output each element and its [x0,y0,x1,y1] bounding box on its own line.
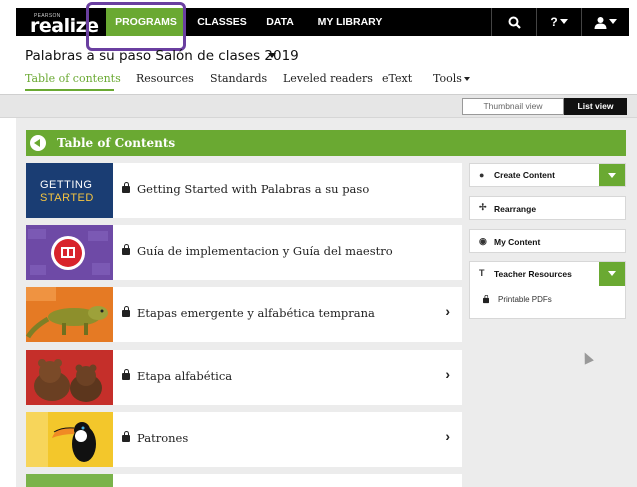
toc-item-label: Getting Started with Palabras a su paso [137,182,370,196]
help-label: ? [550,15,558,29]
tab-tools-label: Tools [433,72,462,85]
tab-resources[interactable]: Resources [136,72,194,85]
bears-image [26,350,113,405]
create-content-icon: ● [479,170,485,180]
search-icon [508,16,521,29]
search-button[interactable] [491,8,536,36]
toc-header: Table of Contents [26,130,626,156]
nav-my-library[interactable]: MY LIBRARY [312,8,388,36]
lock-icon [122,244,130,255]
lock-icon [122,306,130,317]
chevron-right-icon[interactable]: › [445,366,450,382]
my-content-label: My Content [494,237,541,247]
toc-item-getting-started[interactable]: GETTING STARTED Getting Started with Pal… [26,163,462,218]
teacher-resources-label: Teacher Resources [494,269,572,279]
guide-thumbnail [26,225,113,280]
iguana-image [26,287,113,342]
chevron-down-icon[interactable] [599,262,625,286]
my-content-button[interactable]: ◉ My Content [469,229,626,253]
toc-item-label: Guía de implementacion y Guía del maestr… [137,244,393,258]
toucan-thumbnail [26,412,113,467]
toc-item-etapa-alfabetica[interactable]: Etapa alfabética › [26,350,462,405]
tab-leveled-readers[interactable]: Leveled readers [283,72,373,85]
nav-classes[interactable]: CLASSES [191,8,253,36]
program-title[interactable]: Palabras a su paso Salón de clases 2019 [25,48,299,64]
create-content-label: Create Content [494,170,555,180]
lock-icon [122,369,130,380]
printable-pdfs-label: Printable PDFs [498,295,552,304]
thumbnail-view-button[interactable]: Thumbnail view [462,98,564,115]
tab-standards[interactable]: Standards [210,72,267,85]
toc-item-label: Etapa alfabética [137,369,233,383]
teacher-resources-panel: T Teacher Resources Printable PDFs [469,261,626,319]
caret-down-icon [463,77,470,81]
iguana-thumbnail [26,287,113,342]
toc-item-patrones[interactable]: Patrones › [26,412,462,467]
user-icon [594,16,607,29]
lock-icon [122,431,130,442]
help-button[interactable]: ? [536,8,581,36]
toucan-image [26,412,113,467]
chevron-right-icon[interactable]: › [445,303,450,319]
active-tab-underline [25,89,114,91]
tab-etext[interactable]: eText [382,72,412,85]
toc-item-label: Patrones [137,431,189,445]
thumb-text-line1: GETTING [40,179,93,191]
tab-table-of-contents[interactable]: Table of contents [25,72,121,85]
text-icon: T [479,268,485,278]
back-arrow-icon[interactable] [30,135,46,151]
tab-tools[interactable]: Tools [433,72,470,85]
rearrange-button[interactable]: ✢ Rearrange [469,196,626,220]
programs-highlight-annotation [86,2,186,51]
teacher-resources-header[interactable]: T Teacher Resources [470,262,625,286]
toc-item-partial[interactable] [26,474,462,487]
toc-item-guia[interactable]: Guía de implementacion y Guía del maestr… [26,225,462,280]
toc-item-label: Etapas emergente y alfabética temprana [137,306,375,320]
partial-thumbnail [26,474,113,487]
user-menu-button[interactable] [581,8,629,36]
chevron-right-icon[interactable]: › [445,428,450,444]
lock-icon [122,182,130,193]
thumb-text-line2: STARTED [40,192,94,204]
list-view-button[interactable]: List view [564,98,627,115]
my-content-icon: ◉ [479,236,487,246]
lock-icon [483,294,489,304]
nav-data[interactable]: DATA [258,8,302,36]
move-icon: ✢ [479,202,487,212]
book-icon [61,247,75,258]
toc-item-etapas-emergente[interactable]: Etapas emergente y alfabética temprana › [26,287,462,342]
app-window: PEARSON realize PROGRAMS CLASSES DATA MY… [0,0,637,487]
program-dropdown-caret-icon[interactable] [268,53,276,58]
bears-thumbnail [26,350,113,405]
getting-started-thumbnail: GETTING STARTED [26,163,113,218]
chevron-down-icon[interactable] [599,164,625,186]
printable-pdfs-link[interactable]: Printable PDFs [470,290,625,310]
caret-down-icon [609,19,617,24]
caret-down-icon [559,19,568,24]
rearrange-label: Rearrange [494,204,537,214]
create-content-button[interactable]: ● Create Content [469,163,626,187]
toc-title: Table of Contents [57,136,176,150]
